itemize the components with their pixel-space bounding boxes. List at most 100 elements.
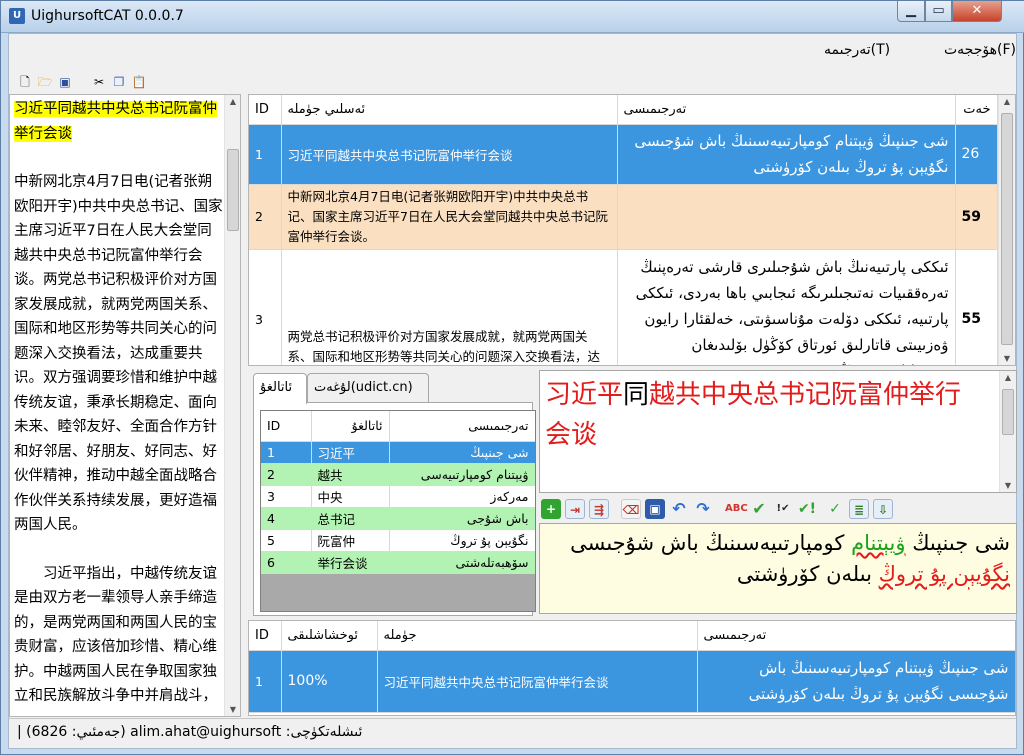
check-all-icon[interactable]: !✔ bbox=[773, 499, 793, 519]
segment-row[interactable]: 3 两党总书记积极评价对方国家发展成就，就两党两国关系、国际和地区形势等共同关心… bbox=[249, 249, 998, 365]
target-word: كومپارتىيەسىنىڭ باش شۇجىسى bbox=[570, 531, 845, 555]
status-text: | (6826 :جەمئىي) alim.ahat@uighursoft :ئ… bbox=[17, 724, 363, 740]
eraser-icon[interactable]: ⌫ bbox=[621, 499, 641, 519]
scroll-down-arrow-icon[interactable]: ▼ bbox=[999, 354, 1015, 363]
tm-target: شى جىنپىڭ ۋيېتنام كومپارتىيەسىنىڭ باش شۇ… bbox=[697, 650, 1015, 713]
approve-icon[interactable]: ✔! bbox=[797, 499, 817, 519]
segment-chars: 26 bbox=[955, 124, 998, 185]
term-translation: باش شۇجى bbox=[389, 507, 535, 530]
menu-bar: ھۆججەت(F) تەرجىمە(T) bbox=[9, 34, 1016, 68]
col-header-match[interactable]: ئوخشاشلىقى bbox=[281, 621, 378, 651]
segment-target[interactable] bbox=[617, 184, 956, 250]
term-translation: مەركەز bbox=[389, 485, 535, 508]
target-word-spellcheck: نگۇيېن پۇ تروڭ bbox=[878, 562, 1010, 586]
scroll-down-arrow-icon[interactable]: ▼ bbox=[225, 705, 240, 714]
left-pane-scrollbar[interactable]: ▲ ▼ bbox=[224, 95, 240, 716]
scroll-up-arrow-icon[interactable]: ▲ bbox=[225, 97, 240, 106]
target-word-spellcheck: ۋيېتنام bbox=[851, 531, 906, 555]
segments-scrollbar[interactable]: ▲ ▼ bbox=[998, 95, 1015, 365]
source-term-match: 习近平 bbox=[545, 380, 624, 410]
confirm-icon[interactable]: ✔ bbox=[749, 499, 769, 519]
tab-terms[interactable]: ئاتالغۇ bbox=[253, 373, 307, 404]
term-translation: شى جىنپىڭ bbox=[389, 441, 535, 464]
source-scrollbar[interactable]: ▲ ▼ bbox=[999, 371, 1016, 492]
menu-file[interactable]: ھۆججەت(F) bbox=[944, 42, 1016, 58]
spellcheck-icon[interactable]: ABC bbox=[725, 499, 748, 519]
add-icon[interactable]: + bbox=[541, 499, 561, 519]
segment-chars: 55 bbox=[955, 249, 998, 365]
term-row[interactable]: 6 举行会谈 سۆھبەتلەشتى bbox=[261, 551, 535, 574]
col-header-id[interactable]: ID bbox=[249, 95, 282, 125]
redo-icon[interactable]: ↷ bbox=[693, 499, 713, 519]
tm-row[interactable]: 1 100% 习近平同越共中央总书记阮富仲举行会谈 شى جىنپىڭ ۋيېت… bbox=[249, 650, 1015, 713]
open-folder-icon[interactable]: 🗁 bbox=[37, 74, 53, 90]
save-segment-icon[interactable]: ▣ bbox=[645, 499, 665, 519]
term-translation: سۆھبەتلەشتى bbox=[389, 551, 535, 574]
segment-source: 两党总书记积极评价对方国家发展成就，就两党两国关系、国际和地区形势等共同关心的问… bbox=[281, 249, 618, 365]
main-client-area: ھۆججەت(F) تەرجىمە(T) 🗋 🗁 ▣ ✂ ❐ 📋 习近平同越共中… bbox=[8, 33, 1017, 749]
segment-target[interactable]: شى جىنپىڭ ۋيېتنام كومپارتىيەسىنىڭ باش شۇ… bbox=[617, 124, 956, 185]
maximize-button[interactable]: ▭ bbox=[925, 1, 952, 22]
scroll-thumb[interactable] bbox=[227, 149, 239, 231]
term-source: 阮富仲 bbox=[311, 529, 390, 552]
paste-icon[interactable]: 📋 bbox=[131, 74, 147, 90]
segment-row[interactable]: 1 习近平同越共中央总书记阮富仲举行会谈 شى جىنپىڭ ۋيېتنام ك… bbox=[249, 124, 998, 185]
verify-icon[interactable]: ✓ bbox=[825, 499, 845, 519]
segment-source: 习近平同越共中央总书记阮富仲举行会谈 bbox=[281, 124, 618, 185]
scroll-thumb[interactable] bbox=[1002, 389, 1014, 435]
scroll-thumb[interactable] bbox=[1001, 113, 1013, 345]
document-paragraph-2: 习近平指出，中越传统友谊是由双方老一辈领导人亲手缔造的，是两党两国和两国人民的宝… bbox=[14, 565, 217, 705]
col-header-target[interactable]: تەرجىمىسى bbox=[697, 621, 1015, 651]
term-row[interactable]: 1 习近平 شى جىنپىڭ bbox=[261, 441, 535, 464]
title-bar[interactable]: U UighursoftCAT 0.0.0.7 ▁ ▭ ✕ bbox=[1, 1, 1024, 33]
term-row[interactable]: 4 总书记 باش شۇجى bbox=[261, 507, 535, 530]
col-header-id[interactable]: ID bbox=[249, 621, 282, 651]
term-row[interactable]: 5 阮富仲 نگۇيېن پۇ تروڭ bbox=[261, 529, 535, 552]
source-plain-text: 同 bbox=[623, 380, 650, 410]
target-editor[interactable]: شى جىنپىڭ ۋيېتنام كومپارتىيەسىنىڭ باش شۇ… bbox=[539, 523, 1017, 614]
segment-row[interactable]: 2 中新网北京4月7日电(记者张朔欧阳开宇)中共中央总书记、国家主席习近平7日在… bbox=[249, 184, 998, 250]
insert-row-icon[interactable]: ⇥ bbox=[565, 499, 585, 519]
target-segment-text[interactable]: شى جىنپىڭ ۋيېتنام كومپارتىيەسىنىڭ باش شۇ… bbox=[545, 528, 1010, 590]
merge-icon[interactable]: ⇶ bbox=[589, 499, 609, 519]
new-file-icon[interactable]: 🗋 bbox=[17, 74, 33, 90]
undo-icon[interactable]: ↶ bbox=[669, 499, 689, 519]
col-header-source[interactable]: جۈملە bbox=[377, 621, 698, 651]
source-segment-text: 习近平同越共中央总书记阮富仲举行会谈 bbox=[545, 375, 985, 455]
target-word: بىلەن كۆرۈشتى bbox=[736, 562, 872, 586]
cut-icon[interactable]: ✂ bbox=[91, 74, 107, 90]
term-source: 举行会谈 bbox=[311, 551, 390, 574]
segments-grid[interactable]: ID ئەسلىي جۈملە تەرجىمىسى خەت 1 习近平同越共中央… bbox=[248, 94, 1016, 366]
term-id: 4 bbox=[261, 507, 312, 530]
current-source-segment[interactable]: 习近平同越共中央总书记阮富仲举行会谈 ▲ ▼ bbox=[539, 370, 1017, 493]
term-source: 中央 bbox=[311, 485, 390, 508]
save-icon[interactable]: ▣ bbox=[57, 74, 73, 90]
tm-header-row: ID ئوخشاشلىقى جۈملە تەرجىمىسى bbox=[249, 621, 1015, 651]
term-row[interactable]: 3 中央 مەركەز bbox=[261, 485, 535, 508]
translation-memory-grid[interactable]: ID ئوخشاشلىقى جۈملە تەرجىمىسى 1 100% 习近平… bbox=[248, 620, 1016, 716]
scroll-up-arrow-icon[interactable]: ▲ bbox=[1000, 373, 1016, 382]
scroll-up-arrow-icon[interactable]: ▲ bbox=[999, 97, 1015, 106]
scroll-down-arrow-icon[interactable]: ▼ bbox=[1000, 481, 1016, 490]
tab-dictionary[interactable]: لۇغەت(udict.cn) bbox=[307, 373, 429, 402]
menu-translate[interactable]: تەرجىمە(T) bbox=[824, 42, 890, 58]
source-document-pane[interactable]: 习近平同越共中央总书记阮富仲举行会谈 中新网北京4月7日电(记者张朔欧阳开宇)中… bbox=[9, 94, 241, 717]
segment-target[interactable]: ئىككى پارتىيەنىڭ باش شۇجىلىرى قارشى تەرە… bbox=[617, 249, 956, 365]
term-id: 5 bbox=[261, 529, 312, 552]
col-header-source[interactable]: ئەسلىي جۈملە bbox=[281, 95, 618, 125]
minimize-button[interactable]: ▁ bbox=[897, 1, 925, 22]
app-window: U UighursoftCAT 0.0.0.7 ▁ ▭ ✕ ھۆججەت(F) … bbox=[0, 0, 1024, 755]
download-icon[interactable]: ⇩ bbox=[873, 499, 893, 519]
term-row[interactable]: 2 越共 ۋيېتنام كومپارتىيەسى bbox=[261, 463, 535, 486]
col-header-target[interactable]: تەرجىمىسى bbox=[617, 95, 956, 125]
copy-icon[interactable]: ❐ bbox=[111, 74, 127, 90]
document-check-icon[interactable]: ≣ bbox=[849, 499, 869, 519]
col-header-term[interactable]: ئاتالغۇ bbox=[311, 411, 390, 442]
col-header-chars[interactable]: خەت bbox=[955, 95, 998, 125]
window-title: UighursoftCAT 0.0.0.7 bbox=[31, 8, 184, 24]
col-header-translation[interactable]: تەرجىمىسى bbox=[389, 411, 535, 442]
col-header-id[interactable]: ID bbox=[261, 411, 312, 442]
terms-grid[interactable]: ID ئاتالغۇ تەرجىمىسى 1 习近平 شى جىنپىڭ 2 越… bbox=[260, 410, 536, 612]
close-button[interactable]: ✕ bbox=[952, 1, 1002, 22]
segment-id: 2 bbox=[249, 184, 282, 250]
